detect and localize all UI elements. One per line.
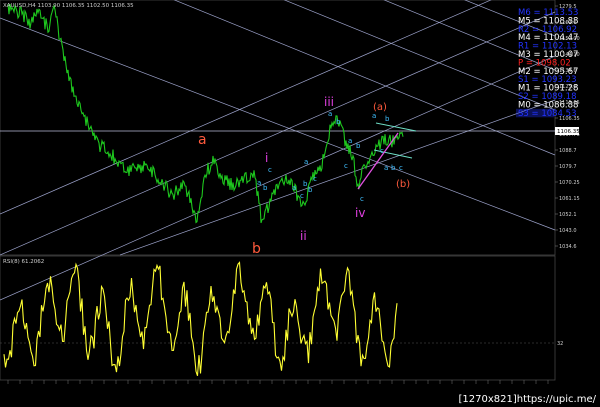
sub-wave-label-1: b [263,184,268,192]
price-tick-label: 1088.7 [559,148,577,154]
sub-wave-label-10: b [336,118,341,126]
sub-wave-label-17: c [380,147,384,155]
sub-wave-label-0: a [257,179,261,187]
sub-wave-label-18: a [384,164,388,172]
sub-wave-label-2: c [268,166,272,174]
sub-wave-label-16: b [385,115,390,123]
price-tick-label: 1162.6 [559,20,577,26]
wave-label-1: b [252,241,261,257]
sub-wave-label-20: c [399,164,403,172]
main-chart-panel[interactable] [0,0,556,256]
sub-wave-label-14: c [360,195,364,203]
price-tick-label: 1144.10 [559,52,580,58]
wave-label-5: iv [355,206,365,220]
price-tick-label: 1034.6 [559,244,577,250]
rsi-label: RSI(8) 61.2062 [3,259,44,265]
symbol-header: XAUUSD,H4 1103.90 1106.35 1102.50 1106.3… [3,3,134,9]
footer-watermark: [1270x821]https://upic.me/ [458,394,596,405]
sub-wave-label-5: c [300,192,304,200]
price-tick-label: 1279.5 [559,4,577,10]
sub-wave-label-8: c [313,175,317,183]
price-tick-label: 1115.65 [559,100,580,106]
sub-wave-label-11: c [344,162,348,170]
wave-label-2: i [265,151,268,165]
price-tick-label: 1043.0 [559,228,577,234]
sub-wave-label-3: a [292,184,296,192]
sub-wave-label-9: a [328,110,332,118]
sub-wave-label-6: a [304,158,308,166]
sub-wave-label-12: a [348,137,352,145]
sub-wave-label-13: b [356,142,361,150]
current-price-text: 1106.35 [557,129,580,135]
price-tick-label: 1061.15 [559,196,580,202]
sub-wave-label-15: a [372,112,376,120]
sub-wave-label-7: b [308,186,313,194]
price-tick-label: 1052.1 [559,212,577,218]
price-tick-label: 1070.25 [559,180,580,186]
wave-label-4: iii [324,95,334,109]
sub-wave-label-19: b [391,164,396,172]
price-tick-label: 1134.6 [559,68,577,74]
wave-label-7: (b) [396,179,410,190]
wave-label-3: ii [300,229,307,243]
price-tick-label: 1079.7 [559,164,577,170]
time-axis [7,380,549,384]
chart-canvas[interactable]: XAUUSD,H4 1103.90 1106.35 1102.50 1106.3… [0,0,600,407]
price-tick-label: 1125.0 [559,84,577,90]
rsi-level-label: 32 [557,341,563,347]
price-tick-label: 1106.35 [559,116,580,122]
price-tick-label: 1152.00 [559,36,580,42]
wave-label-0: a [198,132,207,148]
